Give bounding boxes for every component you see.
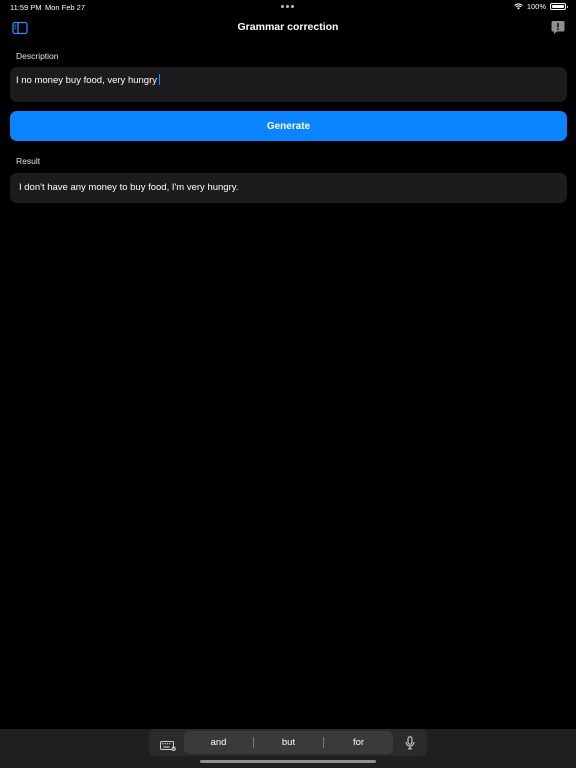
navigation-bar: Grammar correction xyxy=(0,16,576,40)
suggestions-bar: and but for xyxy=(184,731,393,754)
wifi-icon xyxy=(514,3,523,10)
feedback-icon[interactable] xyxy=(551,20,565,35)
battery-percent: 100% xyxy=(526,2,546,11)
suggestion-strip: and but for xyxy=(149,729,427,756)
result-output: I don't have any money to buy food, I'm … xyxy=(10,173,567,203)
multitasking-dots-icon[interactable] xyxy=(281,5,294,8)
microphone-icon[interactable] xyxy=(405,736,415,750)
result-label: Result xyxy=(16,156,41,166)
status-date: Mon Feb 27 xyxy=(45,3,86,12)
suggestion-and[interactable]: and xyxy=(184,737,253,748)
status-time: 11:59 PM xyxy=(10,3,42,12)
status-right: 100% xyxy=(514,2,568,11)
page-title: Grammar correction xyxy=(237,21,339,33)
suggestion-but[interactable]: but xyxy=(254,737,323,748)
text-cursor xyxy=(159,74,160,85)
result-text: I don't have any money to buy food, I'm … xyxy=(19,182,239,193)
home-indicator[interactable] xyxy=(200,760,376,763)
keyboard-icon[interactable] xyxy=(160,738,176,751)
suggestion-for[interactable]: for xyxy=(324,737,393,748)
generate-button[interactable]: Generate xyxy=(10,111,567,141)
battery-icon xyxy=(550,3,568,10)
description-input-text: I no money buy food, very hungry xyxy=(16,75,157,86)
status-bar: 11:59 PM Mon Feb 27 100% xyxy=(0,0,576,14)
description-input[interactable]: I no money buy food, very hungry xyxy=(10,67,567,102)
description-label: Description xyxy=(16,51,59,61)
